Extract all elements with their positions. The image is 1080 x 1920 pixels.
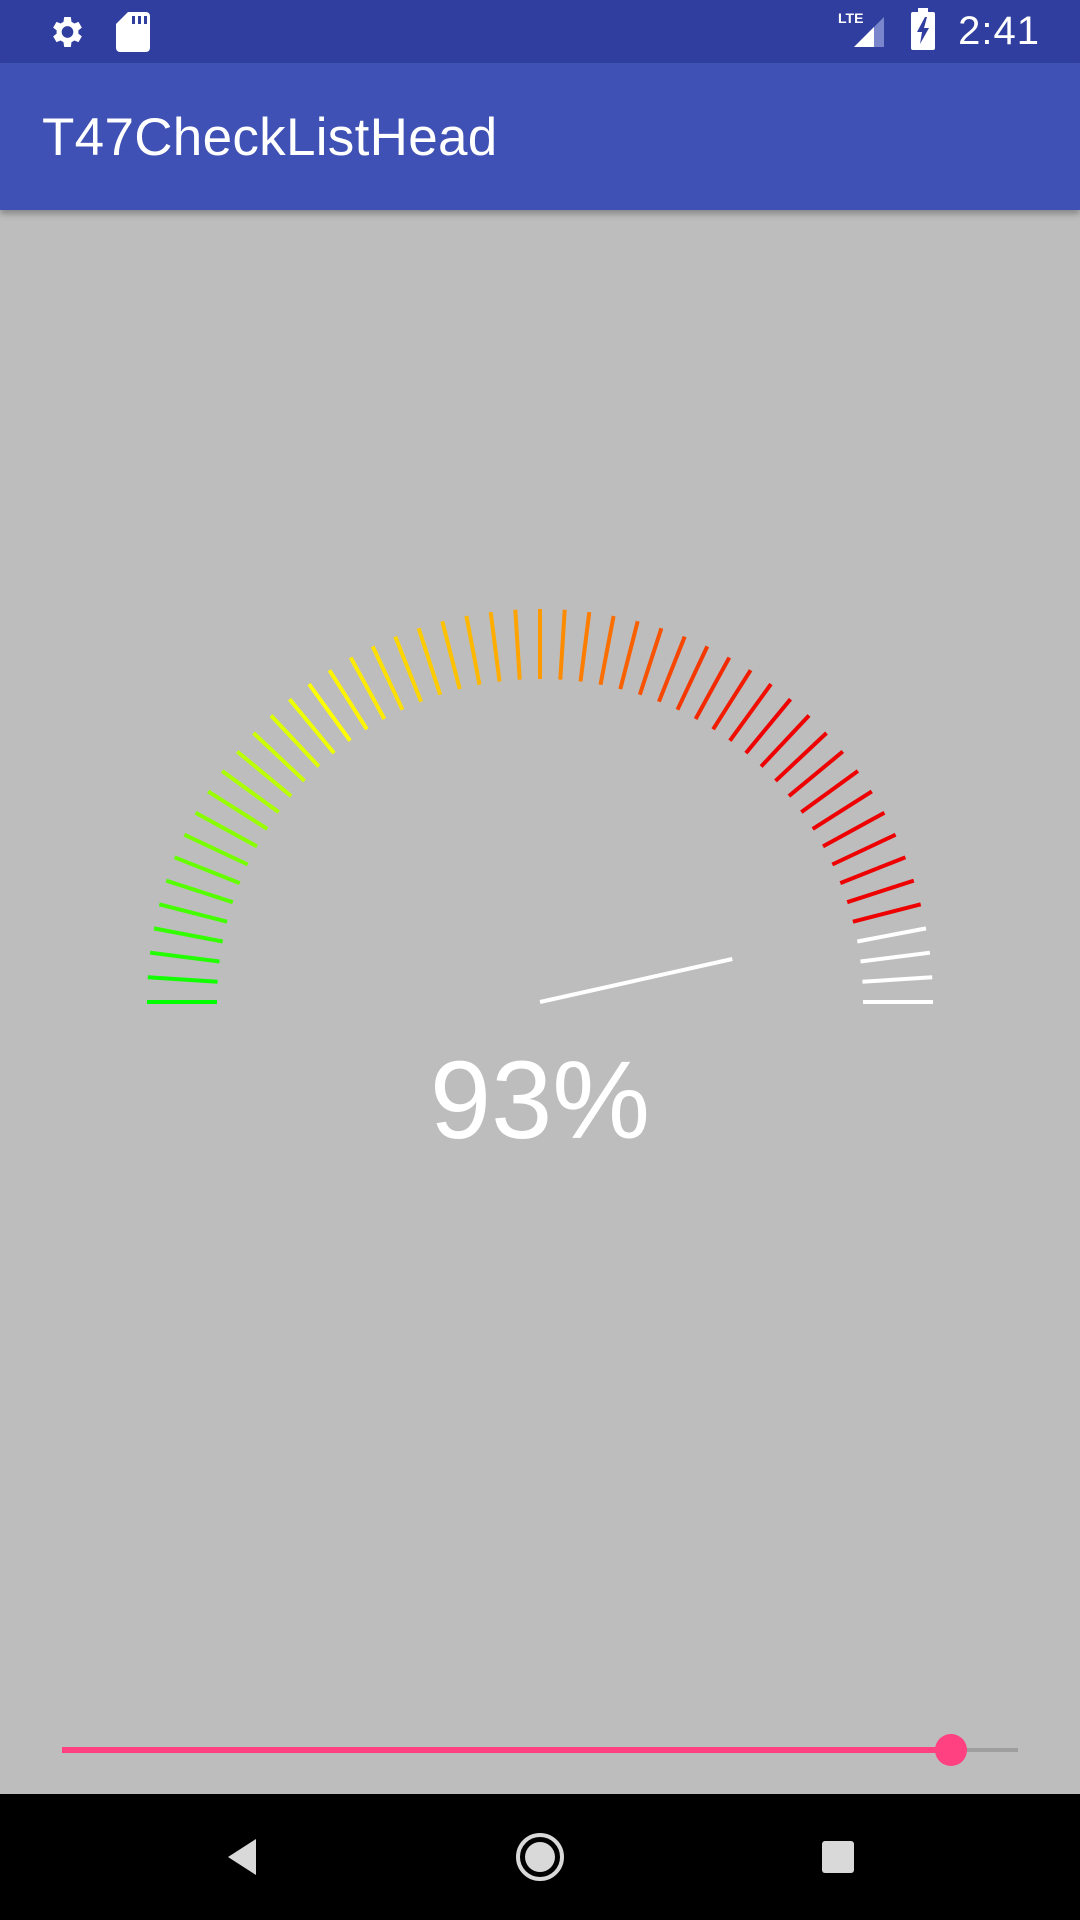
gauge: 93% (0, 210, 1080, 1790)
sd-card-icon (116, 12, 150, 57)
app-screen: LTE 2:41 T47CheckListHead 93% (0, 0, 1080, 1920)
lte-signal-icon: LTE (836, 9, 888, 54)
gauge-tick (831, 832, 897, 867)
back-button[interactable] (214, 1829, 270, 1885)
recents-icon (822, 1841, 854, 1873)
gauge-tick (158, 902, 228, 924)
gauge-tick (393, 635, 423, 703)
gauge-tick (488, 611, 502, 682)
gauge-dial (147, 609, 933, 1004)
seekbar-thumb[interactable] (935, 1734, 968, 1766)
back-icon (228, 1839, 256, 1875)
gauge-tick (147, 975, 218, 984)
status-time: 2:41 (958, 9, 1040, 53)
gauge-tick (852, 902, 922, 924)
navigation-bar (0, 1794, 1080, 1920)
gauge-tick (846, 878, 915, 905)
gauge-tick (149, 950, 220, 964)
gauge-tick (860, 950, 931, 964)
gauge-tick (839, 855, 907, 885)
progress-seekbar[interactable] (62, 1730, 1018, 1770)
gauge-tick (165, 878, 234, 905)
gauge-tick (657, 635, 687, 703)
gauge-tick (618, 620, 640, 690)
gauge-tick (173, 855, 241, 885)
seekbar-progress (62, 1747, 952, 1753)
gauge-tick (637, 627, 664, 696)
battery-charging-icon (910, 8, 936, 55)
network-type-label: LTE (838, 10, 863, 26)
gauge-tick (558, 609, 567, 680)
gauge-tick (862, 975, 933, 984)
home-button[interactable] (512, 1829, 568, 1885)
status-bar: LTE 2:41 (0, 0, 1080, 63)
gauge-tick (513, 609, 522, 680)
gauge-tick (153, 926, 224, 944)
gauge-tick (675, 645, 710, 711)
gauge-tick (416, 627, 443, 696)
gauge-needle (539, 957, 733, 1004)
home-icon (516, 1833, 564, 1881)
app-bar: T47CheckListHead (0, 63, 1080, 210)
settings-icon (46, 12, 86, 57)
gauge-tick (183, 832, 249, 867)
gauge-tick (856, 926, 927, 944)
gauge-tick (464, 615, 482, 686)
recents-button[interactable] (810, 1829, 866, 1885)
gauge-percent-label: 93% (429, 1039, 651, 1162)
gauge-tick (440, 620, 462, 690)
gauge-tick (370, 645, 405, 711)
app-title: T47CheckListHead (42, 108, 498, 167)
gauge-tick (598, 615, 616, 686)
gauge-tick (578, 611, 592, 682)
